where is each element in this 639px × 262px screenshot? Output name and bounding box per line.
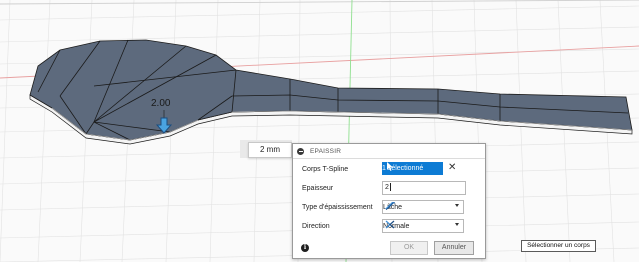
chevron-down-icon (455, 223, 459, 226)
thicken-type-icon (385, 202, 395, 210)
thicken-type-select[interactable]: Lâche (382, 200, 464, 214)
selection-tooltip: Sélectionner un corps (521, 240, 596, 252)
direction-label: Direction (302, 222, 330, 230)
bodies-label: Corps T-Spline (302, 165, 349, 173)
thickness-arrow-icon[interactable] (154, 110, 174, 136)
dimension-input[interactable]: 2 mm (248, 142, 292, 158)
close-icon[interactable]: ✕ (448, 161, 458, 175)
design-canvas[interactable]: 2.00 2 mm EPAISSIR Corps T-Spline 1 séle… (0, 0, 639, 262)
dialog-title: EPAISSIR (310, 147, 342, 155)
cursor-icon (387, 162, 393, 171)
thickness-input-value: 2 (385, 184, 389, 191)
info-icon[interactable]: i (301, 244, 309, 252)
cancel-button[interactable]: Annuler (434, 241, 474, 255)
row-type: Type d'épaississement Lâche (293, 199, 485, 215)
thickness-input[interactable]: 2 (382, 181, 466, 195)
thickness-dimension-label: 2.00 (151, 98, 171, 109)
row-direction: Direction Normale (293, 218, 485, 234)
text-caret (389, 183, 391, 192)
thicken-type-label: Type d'épaississement (302, 203, 373, 211)
dialog-header[interactable]: EPAISSIR (293, 144, 485, 159)
direction-icon (385, 220, 395, 229)
thickness-label: Epaisseur (302, 184, 334, 192)
row-thickness: Epaisseur 2 (293, 180, 485, 196)
row-bodies: Corps T-Spline 1 sélectionné ✕ (293, 161, 485, 177)
ok-button[interactable]: OK (390, 241, 428, 255)
dialog-footer: i OK Annuler (293, 240, 485, 258)
thicken-dialog: EPAISSIR Corps T-Spline 1 sélectionné ✕ … (292, 143, 486, 259)
direction-select[interactable]: Normale (382, 219, 464, 233)
bodies-selection-button[interactable]: 1 sélectionné (382, 162, 443, 175)
collapse-icon[interactable] (297, 147, 304, 155)
chevron-down-icon (455, 204, 459, 207)
